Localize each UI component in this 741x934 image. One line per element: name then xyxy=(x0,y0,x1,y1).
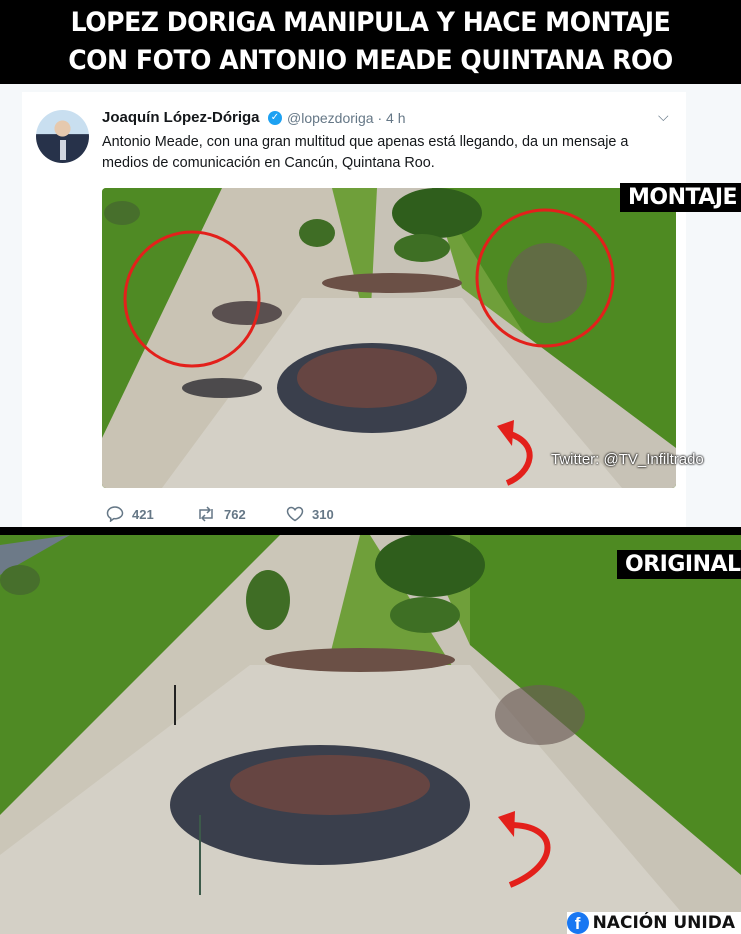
facebook-icon: f xyxy=(566,912,589,934)
retweet-count: 762 xyxy=(224,506,246,522)
retweet-icon xyxy=(199,506,213,522)
tweet-handle-time[interactable]: @lopezdoriga · 4 h xyxy=(287,110,406,126)
headline-banner: LOPEZ DORIGA MANIPULA Y HACE MONTAJE CON… xyxy=(25,0,716,88)
original-label: ORIGINAL xyxy=(617,550,741,579)
aerial-photo-original xyxy=(0,535,741,934)
headline-line-2: CON FOTO ANTONIO MEADE QUINTANA ROO xyxy=(68,45,673,76)
tweet-screenshot-area: Joaquín López-Dóriga ✓ @lopezdoriga · 4 … xyxy=(0,84,741,527)
watermark-brand: NACIÓN UNIDA xyxy=(592,913,735,933)
reply-count: 421 xyxy=(132,506,154,522)
like-action[interactable]: 310 xyxy=(286,506,334,522)
twitter-credit-watermark: Twitter: @TV_Infiltrado xyxy=(551,451,704,468)
reply-action[interactable]: 421 xyxy=(106,506,154,522)
tweet-author-name[interactable]: Joaquín López-Dóriga xyxy=(102,109,260,126)
original-photo[interactable]: ORIGINAL f NACIÓN UNIDA xyxy=(0,535,741,934)
heart-icon xyxy=(286,506,304,522)
verified-badge-icon: ✓ xyxy=(268,111,282,125)
reply-icon xyxy=(106,506,124,522)
like-count: 310 xyxy=(312,506,334,522)
nacion-unida-watermark: f NACIÓN UNIDA xyxy=(566,912,741,934)
chevron-down-icon[interactable]: ⌵ xyxy=(658,108,669,125)
montaje-label: MONTAJE xyxy=(620,183,741,212)
tweet-photo-montage[interactable] xyxy=(102,188,676,488)
retweet-action[interactable]: 762 xyxy=(196,506,246,522)
tweet-actions: 421 762 310 xyxy=(106,506,506,526)
headline-line-1: LOPEZ DORIGA MANIPULA Y HACE MONTAJE xyxy=(70,7,671,38)
aerial-photo-montage xyxy=(102,188,676,488)
avatar[interactable] xyxy=(36,110,89,163)
tweet-text: Antonio Meade, con una gran multitud que… xyxy=(102,134,629,171)
